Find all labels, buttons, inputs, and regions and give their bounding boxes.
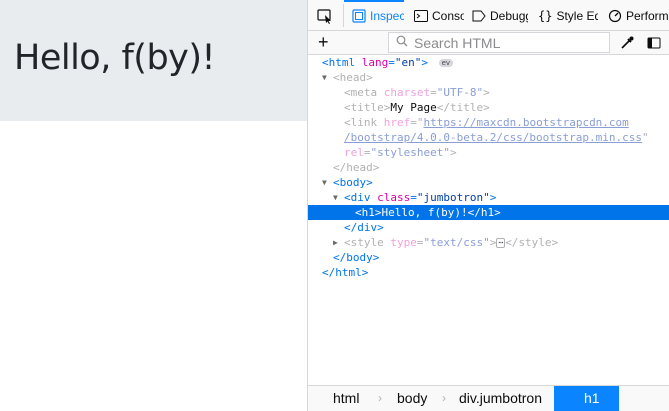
tab-style-editor[interactable]: {} Style Editor: [534, 0, 598, 31]
tab-performance[interactable]: Performance: [604, 0, 669, 31]
markup-node-link[interactable]: <link href="https://maxcdn.bootstrapcdn.…: [308, 115, 669, 130]
performance-icon: [608, 8, 622, 24]
tag-name: body: [339, 176, 367, 189]
attr-value: "UTF-8": [436, 86, 484, 99]
markup-node-link-rel[interactable]: rel="stylesheet">: [308, 145, 669, 160]
tab-debugger[interactable]: Debugger: [468, 0, 528, 31]
search-icon: [396, 35, 410, 50]
attr-name: lang: [361, 56, 389, 69]
chevron-right-icon: ›: [442, 391, 446, 405]
breadcrumb-body[interactable]: body: [397, 386, 427, 411]
devtools-panel: Inspector Console Debugger {} Style Edit…: [307, 0, 669, 411]
markup-node-div-close[interactable]: </div>: [308, 220, 669, 235]
attr-name: charset: [383, 86, 431, 99]
tag-name: head: [346, 161, 373, 174]
tab-label: Inspector: [370, 8, 404, 23]
markup-view: <html lang="en"> ev ▼ <head> <meta chars…: [308, 55, 669, 385]
attr-name: rel: [344, 146, 364, 159]
tag-name: html: [328, 56, 356, 69]
inspector-icon: [352, 8, 366, 24]
collapsed-twisty-icon[interactable]: ▶: [333, 235, 342, 250]
event-badge[interactable]: ev: [438, 59, 454, 67]
tag-name: title: [449, 101, 484, 114]
markup-node-style[interactable]: ▶ <style type="text/css"> ⋯ </style>: [308, 235, 669, 250]
markup-node-head[interactable]: ▼ <head>: [308, 70, 669, 85]
markup-node-html[interactable]: <html lang="en"> ev: [308, 55, 669, 70]
attr-value: "jumbotron": [416, 191, 490, 204]
text-node: Hello, f(by)!: [381, 206, 468, 219]
attr-name: class: [377, 191, 411, 204]
tag-name: div: [350, 191, 371, 204]
element-picker-icon[interactable]: [316, 7, 334, 25]
chevron-right-icon: ›: [378, 391, 382, 405]
markup-node-body-close[interactable]: </body>: [308, 250, 669, 265]
breadcrumb-html[interactable]: html: [333, 386, 359, 411]
breadcrumb-div-jumbotron[interactable]: div.jumbotron: [459, 386, 542, 411]
tag-name: body: [346, 251, 373, 264]
add-node-icon[interactable]: +: [318, 33, 334, 51]
tag-name: html: [335, 266, 362, 279]
href-link[interactable]: /bootstrap/4.0.0-beta.2/css/bootstrap.mi…: [344, 131, 642, 144]
search-html-box[interactable]: [388, 32, 610, 53]
eyedropper-icon[interactable]: [619, 35, 635, 51]
console-icon: [414, 8, 428, 24]
tab-label: Console: [432, 8, 464, 23]
expand-twisty-icon[interactable]: ▼: [333, 190, 342, 205]
page-heading: Hello, f(by)!: [14, 38, 216, 78]
tab-label: Performance: [626, 8, 669, 23]
tag-name: title: [350, 101, 384, 114]
markup-node-h1-selected[interactable]: <h1>Hello, f(by)!</h1>: [308, 205, 669, 220]
tag-name: div: [357, 221, 378, 234]
page-viewport: Hello, f(by)!: [0, 0, 307, 411]
href-link[interactable]: https://maxcdn.bootstrapcdn.com: [424, 116, 629, 129]
devtools-tabbar: Inspector Console Debugger {} Style Edit…: [308, 0, 669, 31]
breadcrumb: html › body › div.jumbotron h1: [308, 385, 669, 411]
expand-twisty-icon[interactable]: ▼: [322, 70, 331, 85]
attr-value: "en": [394, 56, 422, 69]
inspector-toolbar: +: [308, 31, 669, 55]
markup-node-head-close[interactable]: </head>: [308, 160, 669, 175]
markup-node-meta[interactable]: <meta charset="UTF-8">: [308, 85, 669, 100]
attr-name: href: [383, 116, 411, 129]
tab-label: Debugger: [490, 8, 528, 23]
tag-name: style: [518, 236, 552, 249]
breadcrumb-h1[interactable]: h1: [554, 386, 619, 411]
search-html-input[interactable]: [414, 34, 604, 51]
attr-value: "stylesheet": [370, 146, 450, 159]
tag-name: head: [339, 71, 367, 84]
text-node: My Page: [390, 101, 437, 114]
jumbotron: Hello, f(by)!: [0, 0, 307, 121]
tab-inspector[interactable]: Inspector: [344, 0, 404, 31]
tab-label: Style Editor: [556, 8, 598, 23]
debugger-icon: [472, 8, 486, 24]
expand-twisty-icon[interactable]: ▼: [322, 175, 331, 190]
markup-node-link-cont[interactable]: /bootstrap/4.0.0-beta.2/css/bootstrap.mi…: [308, 130, 669, 145]
markup-node-body[interactable]: ▼ <body>: [308, 175, 669, 190]
markup-node-html-close[interactable]: </html>: [308, 265, 669, 280]
tag-name: h1: [361, 206, 375, 219]
tag-name: h1: [480, 206, 495, 219]
markup-node-title[interactable]: <title>My Page</title>: [308, 100, 669, 115]
tab-console[interactable]: Console: [410, 0, 464, 31]
tag-name: style: [350, 236, 384, 249]
collapsed-content-ellipsis[interactable]: ⋯: [496, 238, 506, 248]
attr-value: "text/css": [423, 236, 490, 249]
tag-name: meta: [350, 86, 378, 99]
attr-name: type: [390, 236, 417, 249]
overflow-menu-icon[interactable]: [646, 35, 662, 51]
braces-icon: {}: [538, 8, 553, 23]
tag-name: link: [350, 116, 378, 129]
markup-node-div[interactable]: ▼ <div class="jumbotron">: [308, 190, 669, 205]
